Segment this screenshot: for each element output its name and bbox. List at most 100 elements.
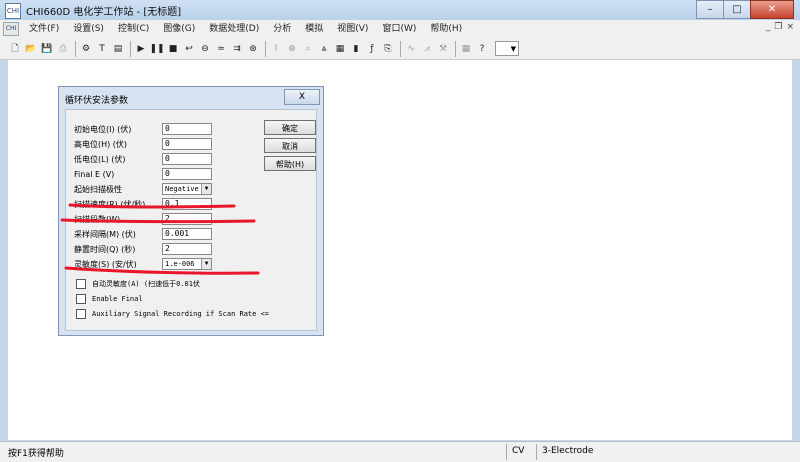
ok-button[interactable]: 确定 bbox=[264, 120, 316, 135]
pulse-icon[interactable]: ⩘ bbox=[420, 41, 434, 56]
sample-interval-label: 采样间隔(M) (伏) bbox=[74, 229, 136, 239]
pause-icon[interactable]: ❚❚ bbox=[149, 41, 164, 56]
run-icon[interactable]: ▶ bbox=[134, 41, 148, 56]
aux-recording-checkbox[interactable]: Auxiliary Signal Recording if Scan Rate … bbox=[76, 308, 269, 320]
toolbar-separator bbox=[455, 40, 456, 57]
chevron-down-icon: ▼ bbox=[201, 259, 211, 269]
help-button[interactable]: 帮助(H) bbox=[264, 156, 316, 171]
status-help-text: 按F1获得帮助 bbox=[8, 449, 64, 459]
cv-parameters-dialog: 循环伏安法参数 X 初始电位(I) (伏) 0 高电位(H) (伏) 0 低电位… bbox=[58, 86, 324, 336]
aux-recording-label: Auxiliary Signal Recording if Scan Rate … bbox=[92, 310, 270, 318]
window-controls: – □ ✕ bbox=[696, 0, 794, 19]
menu-graphics[interactable]: 图像(G) bbox=[156, 20, 202, 38]
menu-control[interactable]: 控制(C) bbox=[111, 20, 156, 38]
scan-polarity-select[interactable]: Negative ▼ bbox=[162, 183, 212, 195]
mdi-controls: _ ❐ × bbox=[766, 22, 794, 32]
mdi-minimize-icon[interactable]: _ bbox=[766, 22, 771, 32]
quiet-time-label: 静置时间(Q) (秒) bbox=[74, 244, 136, 254]
mdi-close-icon[interactable]: × bbox=[786, 22, 794, 32]
sample-interval-input[interactable]: 0.001 bbox=[162, 228, 212, 240]
menu-setup[interactable]: 设置(S) bbox=[66, 20, 111, 38]
quiet-time-input[interactable]: 2 bbox=[162, 243, 212, 255]
menu-analysis[interactable]: 分析 bbox=[266, 20, 298, 38]
rotate-icon[interactable]: ⊛ bbox=[246, 41, 260, 56]
init-e-label: 初始电位(I) (伏) bbox=[74, 124, 132, 134]
toolbar-combo[interactable]: ▼ bbox=[495, 41, 519, 56]
checkbox-box[interactable] bbox=[76, 279, 86, 289]
sensitivity-label: 灵敏度(S) (安/伏) bbox=[74, 259, 137, 269]
parameters-icon[interactable]: ▤ bbox=[111, 41, 125, 56]
enable-final-label: Enable Final bbox=[92, 295, 143, 303]
stop-icon[interactable]: ■ bbox=[166, 41, 180, 56]
init-e-input[interactable]: 0 bbox=[162, 123, 212, 135]
sample-interval-row: 采样间隔(M) (伏) 0.001 bbox=[74, 227, 212, 241]
menu-view[interactable]: 视图(V) bbox=[330, 20, 375, 38]
scan-rate-label: 扫描速度(R) (伏/秒) bbox=[74, 199, 146, 209]
enable-final-checkbox[interactable]: Enable Final bbox=[76, 293, 143, 305]
sweep-segments-row: 扫描段数(W) 2 bbox=[74, 212, 212, 226]
sweep-segments-label: 扫描段数(W) bbox=[74, 214, 121, 224]
maximize-button[interactable]: □ bbox=[723, 0, 751, 19]
close-icon: ✕ bbox=[767, 4, 777, 15]
auto-sensitivity-checkbox[interactable]: 自动灵敏度(A) (扫速低于0.01伏 bbox=[76, 278, 200, 290]
color-icon[interactable]: ▦ bbox=[333, 41, 347, 56]
checkbox-box[interactable] bbox=[76, 309, 86, 319]
toolbar-separator bbox=[130, 40, 131, 57]
checkbox-box[interactable] bbox=[76, 294, 86, 304]
menu-data-proc[interactable]: 数据处理(D) bbox=[202, 20, 266, 38]
final-e-row: Final E (V) 0 bbox=[74, 167, 212, 181]
auto-sensitivity-label: 自动灵敏度(A) (扫速低于0.01伏 bbox=[92, 280, 200, 288]
zoom-icon[interactable]: ⊕ bbox=[285, 41, 299, 56]
status-divider bbox=[506, 444, 507, 460]
menu-window[interactable]: 窗口(W) bbox=[375, 20, 423, 38]
ir-comp-icon[interactable]: ⊖ bbox=[198, 41, 212, 56]
final-e-label: Final E (V) bbox=[74, 169, 115, 179]
window-title: CHI660D 电化学工作站 - [无标题] bbox=[26, 7, 182, 18]
high-e-label: 高电位(H) (伏) bbox=[74, 139, 128, 149]
low-e-row: 低电位(L) (伏) 0 bbox=[74, 152, 212, 166]
fft-icon[interactable]: ƒ bbox=[365, 41, 379, 56]
maximize-icon: □ bbox=[732, 4, 742, 15]
low-e-input[interactable]: 0 bbox=[162, 153, 212, 165]
close-window-button[interactable]: ✕ bbox=[750, 0, 794, 19]
document-menu-icon[interactable]: CHI bbox=[3, 22, 19, 36]
context-help-icon[interactable]: ? bbox=[475, 41, 489, 56]
filter-icon[interactable]: ≃ bbox=[214, 41, 228, 56]
minimize-button[interactable]: – bbox=[696, 0, 724, 19]
print-icon[interactable]: ⎙ bbox=[56, 41, 70, 56]
peak-icon[interactable]: ⩓ bbox=[317, 41, 331, 56]
dialog-close-button[interactable]: X bbox=[284, 89, 320, 105]
sensitivity-row: 灵敏度(S) (安/伏) 1.e-006 ▼ bbox=[74, 257, 212, 271]
sensitivity-select[interactable]: 1.e-006 ▼ bbox=[162, 258, 212, 270]
tool-icon[interactable]: ⚒ bbox=[436, 41, 450, 56]
toolbar-separator bbox=[400, 40, 401, 57]
scan-rate-input[interactable]: 0.1 bbox=[162, 198, 212, 210]
menu-file[interactable]: 文件(F) bbox=[22, 20, 66, 38]
scan-polarity-row: 起始扫描极性 Negative ▼ bbox=[74, 182, 212, 196]
wave-icon[interactable]: ∿ bbox=[404, 41, 418, 56]
table-icon[interactable]: ▦ bbox=[459, 41, 473, 56]
cell-icon[interactable]: ⇉ bbox=[230, 41, 244, 56]
report-icon[interactable]: ⎘ bbox=[381, 41, 395, 56]
menu-bar: CHI 文件(F) 设置(S) 控制(C) 图像(G) 数据处理(D) 分析 模… bbox=[0, 20, 800, 38]
menu-simulation[interactable]: 模拟 bbox=[298, 20, 330, 38]
title-bar: CHI CHI660D 电化学工作站 - [无标题] – □ ✕ bbox=[0, 0, 800, 21]
manual-result-icon[interactable]: ⌕ bbox=[301, 41, 315, 56]
spectrum-icon[interactable]: ▮ bbox=[349, 41, 363, 56]
new-icon[interactable]: 🗋 bbox=[8, 41, 22, 56]
status-bar: 按F1获得帮助 CV 3-Electrode bbox=[0, 441, 800, 462]
final-e-input[interactable]: 0 bbox=[162, 168, 212, 180]
scan-polarity-value: Negative bbox=[165, 185, 199, 193]
open-icon[interactable]: 📂 bbox=[24, 41, 38, 56]
technique-icon[interactable]: T bbox=[95, 41, 109, 56]
mdi-restore-icon[interactable]: ❐ bbox=[774, 22, 782, 32]
hardware-test-icon[interactable]: ⚙ bbox=[79, 41, 93, 56]
graph-icon[interactable]: ⌇ bbox=[269, 41, 283, 56]
dialog-body: 初始电位(I) (伏) 0 高电位(H) (伏) 0 低电位(L) (伏) 0 … bbox=[65, 109, 317, 331]
sweep-segments-input[interactable]: 2 bbox=[162, 213, 212, 225]
save-icon[interactable]: 💾 bbox=[40, 41, 54, 56]
menu-help[interactable]: 帮助(H) bbox=[423, 20, 469, 38]
reverse-scan-icon[interactable]: ↩ bbox=[182, 41, 196, 56]
cancel-button[interactable]: 取消 bbox=[264, 138, 316, 153]
high-e-input[interactable]: 0 bbox=[162, 138, 212, 150]
